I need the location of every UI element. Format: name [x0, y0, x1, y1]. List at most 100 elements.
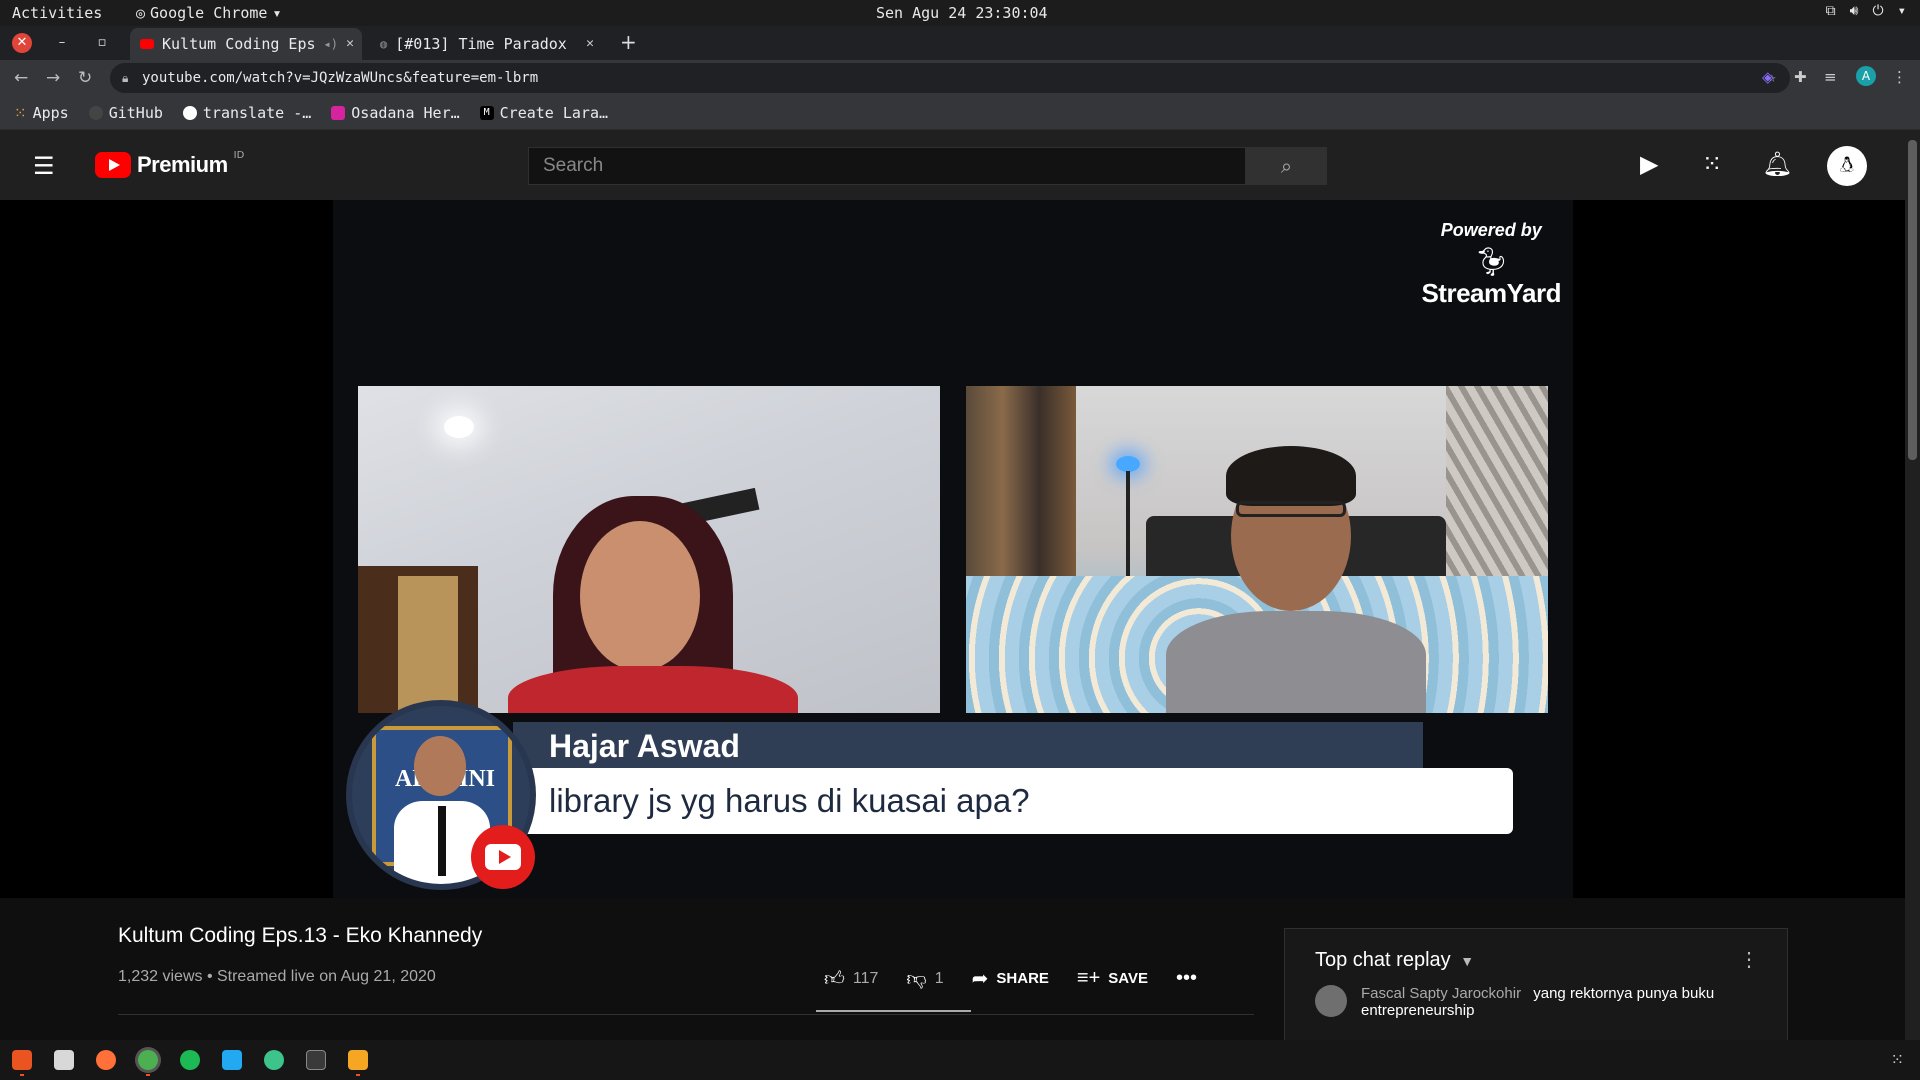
profile-avatar[interactable]: A: [1856, 66, 1876, 86]
playlist-add-icon: ≡+: [1076, 967, 1101, 989]
show-applications-icon[interactable]: ⁙: [1891, 1050, 1904, 1069]
tab-label: Kultum Coding Eps: [162, 35, 316, 53]
app-menu-label: Google Chrome: [150, 4, 268, 22]
system-tray[interactable]: ⧉ 🔊︎ ⏻ ▾: [1826, 3, 1906, 19]
page-scrollbar[interactable]: [1905, 130, 1920, 1040]
firefox-icon[interactable]: [96, 1050, 116, 1070]
window-minimize-button[interactable]: –: [52, 33, 72, 53]
apps-grid-icon[interactable]: ⁙: [1702, 150, 1722, 178]
url-text: youtube.com/watch?v=JQzWzaWUncs&feature=…: [142, 70, 539, 86]
chrome-dock-icon[interactable]: [138, 1050, 158, 1076]
terminal-icon[interactable]: [306, 1050, 326, 1070]
window-close-button[interactable]: ✕: [12, 33, 32, 53]
bookmark-apps[interactable]: ⁙ Apps: [14, 104, 69, 122]
system-clock[interactable]: Sen Agu 24 23:30:04: [876, 4, 1048, 22]
logo-text: Premium: [137, 152, 228, 177]
bookmarks-bar: ⁙ Apps GitHub translate -… Osadana Her… …: [0, 96, 1920, 130]
more-horizontal-icon: •••: [1176, 967, 1198, 989]
chevron-down-icon: ▾: [1897, 3, 1906, 19]
software-center-icon[interactable]: [12, 1050, 32, 1076]
bookmark-label: Osadana Her…: [351, 103, 460, 122]
tab-strip: ✕ – ▫ Kultum Coding Eps ◂) ✕ ◍ [#013] Ti…: [0, 26, 1920, 60]
bookmark-label: Apps: [32, 103, 69, 122]
save-button[interactable]: ≡+ SAVE: [1077, 967, 1148, 990]
reload-button[interactable]: ↻: [78, 68, 92, 88]
account-avatar[interactable]: 🐧︎: [1827, 146, 1867, 186]
bookmark-label: GitHub: [108, 103, 163, 122]
create-video-icon[interactable]: ▶︎: [1640, 150, 1658, 178]
activities-button[interactable]: Activities: [12, 4, 102, 22]
streamyard-brand: StreamYard: [1421, 278, 1561, 308]
instagram-icon: [331, 105, 346, 120]
forward-button[interactable]: →: [46, 68, 60, 88]
search-input[interactable]: Search: [528, 147, 1246, 185]
audio-icon: ◂): [323, 37, 338, 51]
app-green-icon[interactable]: [264, 1050, 284, 1070]
browser-toolbar: ← → ↻ 🔒︎ youtube.com/watch?v=JQzWzaWUncs…: [0, 60, 1920, 96]
hamburger-menu-icon[interactable]: ☰: [33, 152, 55, 180]
camera-feed-left: [358, 386, 940, 713]
youtube-favicon-icon: [140, 39, 154, 49]
search-button[interactable]: ⌕: [1246, 147, 1327, 185]
bookmark-translate[interactable]: translate -…: [182, 103, 312, 122]
share-arrow-icon: ➦: [971, 968, 989, 990]
like-button[interactable]: 👍︎ 117: [824, 967, 878, 991]
browser-menu-icon[interactable]: ⋮: [1892, 68, 1907, 86]
tab-close-icon[interactable]: ✕: [346, 36, 354, 51]
share-button[interactable]: ➦ SHARE: [972, 966, 1049, 991]
chat-author-avatar[interactable]: [1315, 985, 1347, 1017]
chat-replay-panel: Top chat replay ▼ ⋮ Fascal Sapty Jarocko…: [1284, 928, 1788, 1050]
video-player[interactable]: Powered by 🦆︎ StreamYard Hajar Aswad lib…: [333, 200, 1573, 898]
chevron-down-icon: ▼: [1460, 953, 1475, 969]
bookmark-github[interactable]: GitHub: [88, 103, 163, 122]
save-label: SAVE: [1108, 970, 1149, 987]
streamyard-watermark: Powered by 🦆︎ StreamYard: [1421, 220, 1561, 309]
scrollbar-thumb[interactable]: [1908, 140, 1917, 460]
back-button[interactable]: ←: [14, 68, 28, 88]
chat-message: Fascal Sapty Jarockohir yang rektornya p…: [1315, 985, 1735, 1019]
notifications-bell-icon[interactable]: 🔔︎: [1762, 150, 1792, 178]
spotify-icon[interactable]: [180, 1050, 200, 1070]
streamyard-duck-icon: 🦆︎: [1473, 245, 1509, 278]
video-title: Kultum Coding Eps.13 - Eko Khannedy: [118, 924, 483, 947]
bookmark-create-lara[interactable]: M Create Lara…: [479, 103, 609, 122]
apps-grid-icon: ⁙: [14, 103, 27, 122]
volume-icon: 🔊︎: [1849, 3, 1859, 19]
dislike-button[interactable]: 👎︎ 1: [906, 967, 943, 991]
system-dock: ⁙: [0, 1040, 1920, 1080]
thumbs-up-icon: 👍︎: [824, 967, 845, 990]
window-maximize-button[interactable]: ▫: [92, 33, 112, 53]
chat-author-name[interactable]: Fascal Sapty Jarockohir: [1361, 985, 1521, 1002]
video-actions: 👍︎ 117 👎︎ 1 ➦ SHARE ≡+ SAVE •••: [824, 966, 1197, 991]
dislike-count: 1: [934, 969, 944, 987]
tab-label: [#013] Time Paradox: [395, 35, 567, 53]
app-menu[interactable]: ◎ Google Chrome ▾: [136, 4, 281, 22]
files-icon[interactable]: [54, 1050, 74, 1070]
tab-close-icon[interactable]: ✕: [586, 36, 594, 51]
bookmark-label: translate -…: [202, 103, 312, 122]
bookmark-osadana[interactable]: Osadana Her…: [331, 103, 460, 122]
youtube-play-icon: [95, 152, 131, 178]
chat-mode-dropdown[interactable]: Top chat replay ▼: [1315, 949, 1474, 971]
tab-time-paradox[interactable]: ◍ [#013] Time Paradox ✕: [370, 28, 602, 60]
bookmark-label: Create Lara…: [499, 103, 609, 122]
vscode-icon[interactable]: [222, 1050, 242, 1070]
extensions-puzzle-icon[interactable]: ✚: [1794, 68, 1807, 86]
camera-feed-right: [966, 386, 1548, 713]
like-ratio-bar: [816, 1010, 971, 1012]
app-orange-icon[interactable]: [348, 1050, 368, 1076]
youtube-premium-logo[interactable]: Premium ID: [95, 150, 244, 178]
address-bar[interactable]: 🔒︎ youtube.com/watch?v=JQzWzaWUncs&featu…: [110, 63, 1790, 93]
chat-header: Top chat replay ▼ ⋮: [1285, 929, 1789, 989]
more-vertical-icon[interactable]: ⋮: [1739, 947, 1759, 972]
tab-kultum-coding[interactable]: Kultum Coding Eps ◂) ✕: [130, 28, 362, 60]
extension-icon[interactable]: ◈: [1762, 68, 1774, 86]
network-icon: ⧉: [1825, 3, 1836, 19]
new-tab-button[interactable]: +: [620, 30, 637, 54]
medium-icon: M: [479, 105, 494, 120]
more-actions-button[interactable]: •••: [1176, 967, 1197, 990]
media-queue-icon[interactable]: ≡: [1824, 68, 1837, 86]
comment-message-banner: library js yg harus di kuasai apa?: [513, 768, 1513, 834]
youtube-badge-icon: [471, 825, 535, 889]
chrome-icon: ◎: [136, 4, 146, 22]
